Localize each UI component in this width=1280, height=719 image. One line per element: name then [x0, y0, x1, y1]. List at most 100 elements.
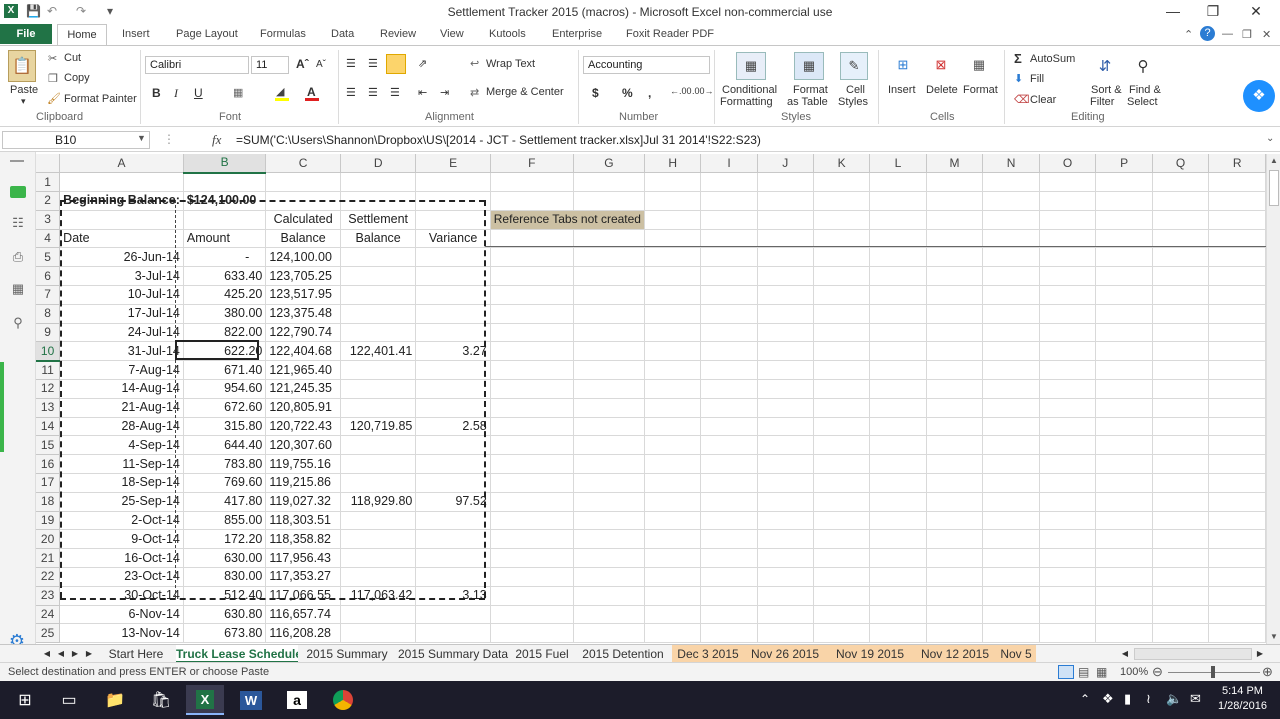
empty-cell[interactable] [415, 172, 491, 193]
delete-cells-button[interactable]: Delete [926, 84, 958, 96]
panel-binoculars-icon[interactable]: ⚲ [8, 314, 28, 332]
empty-cell[interactable] [1208, 511, 1266, 531]
empty-cell[interactable] [926, 605, 984, 625]
empty-cell[interactable] [573, 435, 645, 456]
empty-cell[interactable] [644, 210, 702, 230]
settlement-balance-header[interactable]: Balance [340, 229, 417, 249]
empty-cell[interactable] [644, 398, 702, 418]
orientation-icon[interactable]: ⇗ [418, 57, 427, 70]
empty-cell[interactable] [490, 435, 574, 456]
empty-cell[interactable] [757, 191, 814, 211]
empty-cell[interactable] [1208, 605, 1266, 625]
date-cell[interactable]: 10-Jul-14 [59, 285, 184, 305]
row-header[interactable]: 21 [36, 548, 61, 569]
conditional-formatting-label[interactable]: Conditional [722, 84, 777, 96]
amount-cell[interactable]: 630.80 [183, 605, 267, 625]
empty-cell[interactable] [926, 323, 984, 343]
sheet-tab[interactable]: Dec 3 2015 [672, 645, 744, 663]
empty-cell[interactable] [573, 172, 645, 193]
cell-styles-label-2[interactable]: Styles [838, 96, 868, 108]
excel-taskbar-icon[interactable]: X [186, 685, 224, 715]
empty-cell[interactable] [926, 304, 984, 324]
empty-cell[interactable] [1039, 511, 1097, 531]
empty-cell[interactable] [700, 247, 758, 268]
empty-cell[interactable] [644, 623, 702, 644]
empty-cell[interactable] [926, 529, 984, 550]
format-as-table-icon[interactable]: ▦ [794, 52, 824, 80]
empty-cell[interactable] [1095, 341, 1153, 362]
borders-icon[interactable]: ▦ [233, 86, 243, 99]
empty-cell[interactable] [1208, 473, 1266, 493]
empty-cell[interactable] [1039, 473, 1097, 493]
autosum-button[interactable]: AutoSum [1030, 53, 1075, 65]
sort-filter-label-2[interactable]: Filter [1090, 96, 1114, 108]
empty-cell[interactable] [869, 586, 927, 606]
variance-header[interactable]: Variance [415, 229, 491, 249]
empty-cell[interactable] [813, 605, 871, 625]
amount-cell[interactable]: 830.00 [183, 567, 267, 587]
empty-cell[interactable] [926, 247, 984, 268]
column-header[interactable]: E [415, 154, 491, 174]
empty-cell[interactable] [1039, 341, 1097, 362]
empty-cell[interactable] [1208, 191, 1266, 211]
empty-cell[interactable] [813, 529, 871, 550]
empty-cell[interactable] [1039, 191, 1097, 211]
empty-cell[interactable] [1152, 266, 1210, 287]
empty-cell[interactable] [982, 379, 1040, 399]
empty-cell[interactable] [1039, 586, 1097, 606]
empty-cell[interactable] [813, 567, 871, 587]
variance-cell[interactable] [415, 304, 491, 324]
empty-cell[interactable] [926, 492, 984, 512]
empty-cell[interactable] [1095, 548, 1153, 569]
tab-foxit[interactable]: Foxit Reader PDF [626, 28, 714, 40]
align-left-icon[interactable]: ☰ [346, 86, 356, 99]
empty-cell[interactable] [926, 360, 984, 381]
ribbon-collapse-icon[interactable]: ⌃ [1184, 28, 1193, 41]
date-cell[interactable]: 13-Nov-14 [59, 623, 184, 644]
autosum-icon[interactable]: Σ [1014, 51, 1022, 66]
empty-cell[interactable] [1039, 605, 1097, 625]
settlement-balance-cell[interactable] [340, 304, 417, 324]
empty-cell[interactable] [1039, 360, 1097, 381]
empty-cell[interactable] [1152, 548, 1210, 569]
date-cell[interactable]: 3-Jul-14 [59, 266, 184, 287]
paste-button[interactable]: Paste [10, 84, 38, 96]
next-sheet-icon[interactable]: ▶ [68, 645, 82, 663]
insert-cells-icon[interactable]: ⊞ [890, 52, 916, 78]
calc-balance-cell[interactable]: 120,307.60 [265, 435, 341, 456]
tab-view[interactable]: View [440, 28, 464, 40]
percent-icon[interactable]: % [622, 86, 633, 100]
calc-balance-cell[interactable]: 119,027.32 [265, 492, 341, 512]
empty-cell[interactable] [813, 191, 871, 211]
row-header[interactable]: 2 [36, 191, 61, 211]
tabs-scroll-icon[interactable]: ◀ [1118, 645, 1132, 663]
row-header[interactable]: 25 [36, 623, 61, 644]
number-format-select[interactable]: Accounting [583, 56, 710, 74]
column-header[interactable]: K [813, 154, 871, 174]
date-header[interactable]: Date [59, 229, 184, 249]
empty-cell[interactable] [982, 454, 1040, 475]
empty-cell[interactable] [869, 341, 927, 362]
empty-cell[interactable] [700, 191, 758, 211]
align-center-icon[interactable]: ☰ [368, 86, 378, 99]
empty-cell[interactable] [926, 285, 984, 305]
empty-cell[interactable] [869, 417, 927, 437]
sheet-tab[interactable]: 2015 Fuel [510, 645, 574, 663]
empty-cell[interactable] [1039, 417, 1097, 437]
min-workbook-icon[interactable]: — [1222, 28, 1233, 40]
settlement-balance-cell[interactable] [340, 567, 417, 587]
calc-balance-cell[interactable]: 122,404.68 [265, 341, 341, 362]
empty-cell[interactable] [1039, 323, 1097, 343]
variance-cell[interactable] [415, 435, 491, 456]
empty-cell[interactable] [982, 586, 1040, 606]
empty-cell[interactable] [982, 360, 1040, 381]
format-cells-icon[interactable]: ▦ [966, 52, 992, 78]
panel-list-icon[interactable]: ☷ [8, 214, 28, 232]
empty-cell[interactable] [1152, 567, 1210, 587]
empty-cell[interactable] [757, 492, 814, 512]
panel-chat-icon[interactable] [10, 186, 26, 198]
empty-cell[interactable] [1208, 529, 1266, 550]
empty-cell[interactable] [869, 492, 927, 512]
calc-balance-cell[interactable]: 119,755.16 [265, 454, 341, 475]
empty-cell[interactable] [1039, 454, 1097, 475]
